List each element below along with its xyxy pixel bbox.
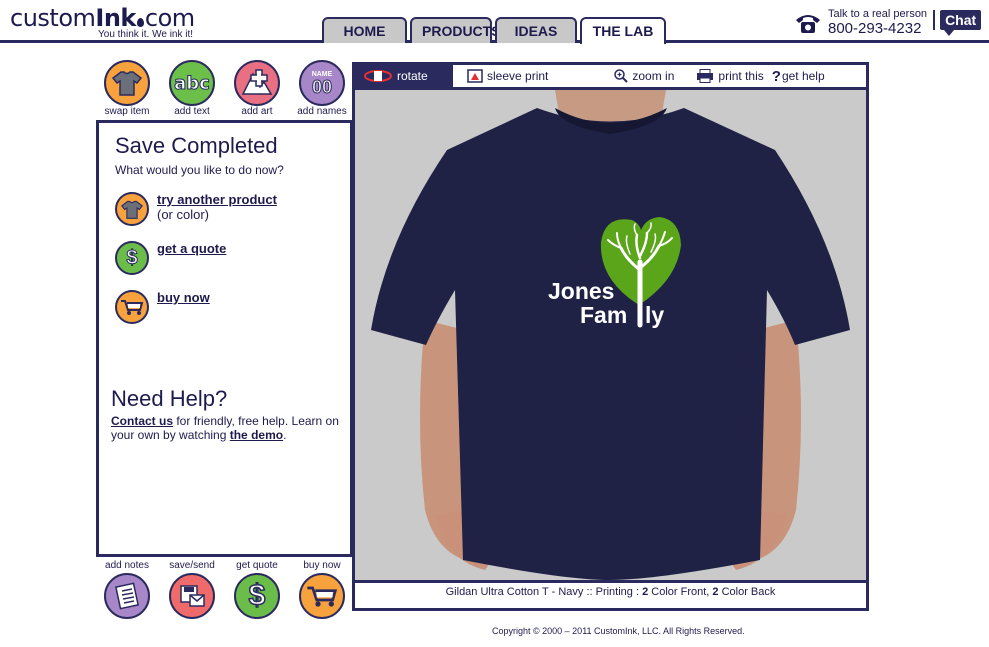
chat-button[interactable]: Chat [933, 10, 982, 36]
save-completed-title: Save Completed [115, 133, 278, 158]
add-names-button[interactable]: NAME 00 add names [293, 60, 351, 118]
get-help-button[interactable]: ? get help [772, 68, 825, 85]
notes-icon [104, 573, 150, 619]
dollar-icon: $ [115, 241, 149, 275]
dollar-icon: $ [234, 573, 280, 619]
tab-ideas[interactable]: IDEAS [495, 17, 577, 43]
help-text: Contact us for friendly, free help. Lear… [111, 414, 339, 442]
tab-products[interactable]: PRODUCTS [410, 17, 501, 43]
zoom-icon [614, 69, 629, 83]
names-icon: NAME 00 [299, 60, 345, 106]
bottom-tools: add notes save/send get quote $ buy now [96, 560, 353, 619]
add-notes-button[interactable]: add notes [98, 560, 156, 619]
sleeve-icon [467, 69, 483, 83]
save-send-icon [169, 573, 215, 619]
try-another-product-link[interactable]: try another product [157, 192, 277, 207]
chat-label: Chat [940, 10, 982, 36]
need-help-title: Need Help? [111, 386, 228, 411]
question-icon: ? [771, 67, 781, 85]
phone-icon [796, 15, 820, 33]
tshirt-model-image: Jones Fam ly [371, 90, 850, 580]
main-nav: HOME PRODUCTS IDEAS THE LAB [322, 17, 666, 44]
contact-us-link[interactable]: Contact us [111, 414, 173, 428]
try-another-product-action[interactable]: try another product (or color) [115, 192, 338, 226]
logo[interactable]: customInk com You think it. We ink it! [10, 4, 210, 40]
design-text-jones: Jones [548, 278, 614, 304]
rotate-icon [364, 70, 392, 82]
add-art-button[interactable]: add art [228, 60, 286, 118]
buy-now-link[interactable]: buy now [157, 290, 210, 305]
design-text-fam: Fam [580, 302, 627, 328]
rotate-button[interactable]: rotate [355, 65, 453, 87]
contact-area: Talk to a real person 800-293-4232 Chat [794, 8, 982, 37]
shirt-icon [115, 192, 149, 226]
zoom-in-button[interactable]: zoom in [614, 69, 674, 83]
viewer-toolbar: rotate sleeve print zoom in print this ?… [355, 65, 866, 90]
product-caption: Gildan Ultra Cotton T - Navy :: Printing… [355, 580, 866, 608]
add-art-icon [234, 60, 280, 106]
or-color-text: (or color) [157, 207, 210, 222]
get-a-quote-link[interactable]: get a quote [157, 241, 226, 256]
phone-number: 800-293-4232 [828, 20, 922, 37]
cart-icon [115, 290, 149, 324]
save-send-button[interactable]: save/send [163, 560, 221, 619]
get-quote-button[interactable]: get quote $ [228, 560, 286, 619]
left-panel: swap item abc add text add art NAME 00 a… [96, 60, 353, 620]
get-a-quote-action[interactable]: $ get a quote [115, 241, 338, 275]
copyright-text: Copyright © 2000 – 2011 CustomInk, LLC. … [492, 626, 745, 636]
swap-item-button[interactable]: swap item [98, 60, 156, 118]
save-subtitle: What would you like to do now? [115, 163, 284, 177]
tab-the-lab[interactable]: THE LAB [580, 17, 666, 44]
tab-home[interactable]: HOME [322, 17, 407, 43]
ink-drop-icon [136, 18, 144, 27]
shirt-icon [104, 60, 150, 106]
buy-now-action[interactable]: buy now [115, 290, 338, 324]
product-viewer: rotate sleeve print zoom in print this ?… [352, 62, 869, 611]
contact-label: Talk to a real person [828, 8, 928, 20]
cart-icon [299, 573, 345, 619]
design-text-ly: ly [645, 302, 664, 328]
sleeve-print-button[interactable]: sleeve print [467, 69, 548, 83]
abc-icon: abc [169, 60, 215, 106]
demo-link[interactable]: the demo [230, 428, 283, 442]
printer-icon [697, 69, 714, 83]
product-preview: Jones Fam ly [355, 90, 866, 580]
buy-now-button[interactable]: buy now [293, 560, 351, 619]
add-text-button[interactable]: abc add text [163, 60, 221, 118]
status-panel: Save Completed What would you like to do… [96, 120, 353, 557]
top-tools: swap item abc add text add art NAME 00 a… [96, 60, 353, 118]
print-this-button[interactable]: print this [696, 69, 764, 83]
